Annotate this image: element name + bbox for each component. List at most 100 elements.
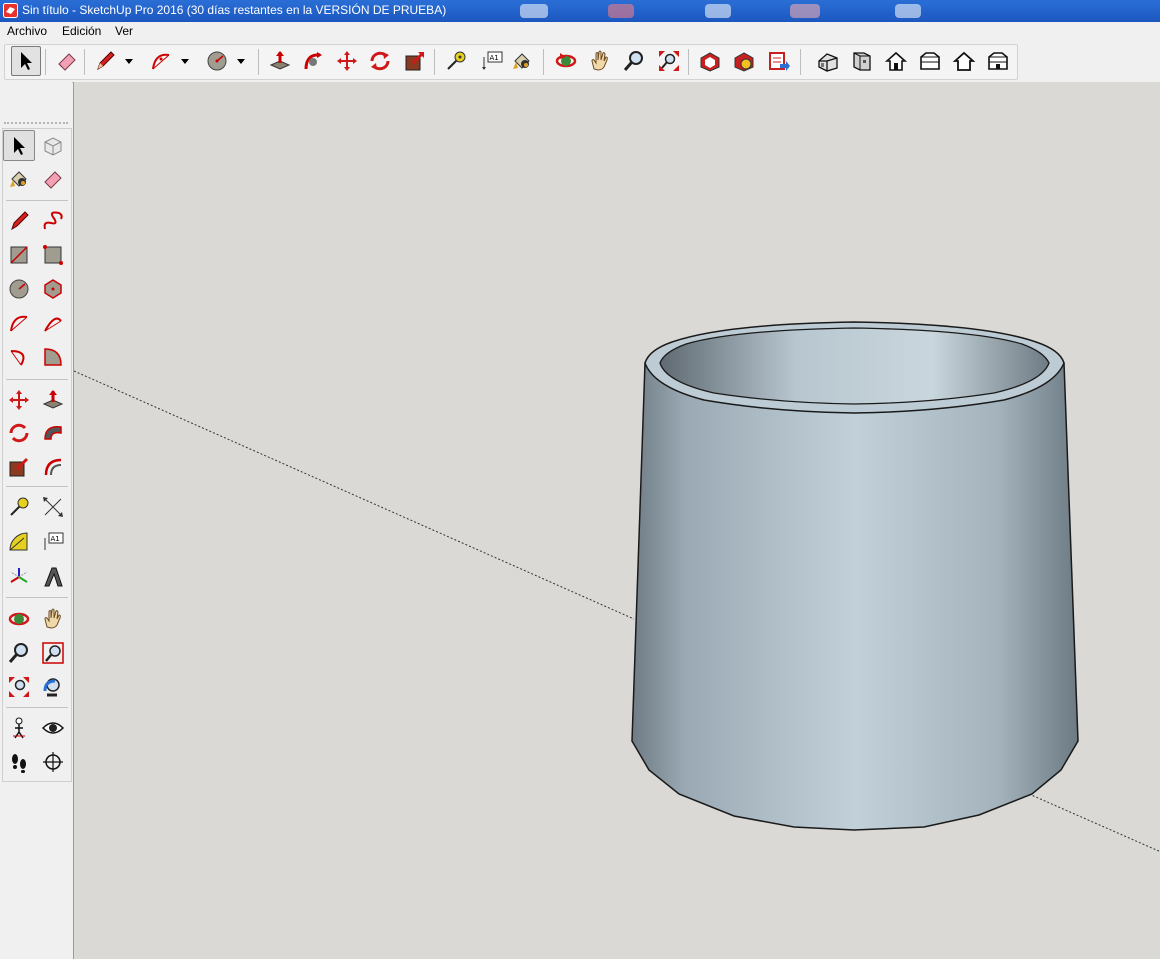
circle-tool[interactable] [202,46,232,76]
eraser-icon [58,53,76,71]
left-rectangle-tool[interactable] [3,239,35,270]
pencil-dropdown-arrow-icon[interactable] [124,46,134,76]
right-view-button[interactable] [915,46,945,76]
eraser-tool[interactable] [52,46,82,76]
protractor-icon [9,531,28,550]
menu-bar: Archivo Edición Ver [0,22,1160,41]
left-circle-tool[interactable] [3,273,35,304]
pie-icon [44,347,62,366]
left-zoom-window-tool[interactable] [37,637,69,668]
left-tape-measure-tool[interactable] [3,491,35,522]
tape-measure-tool[interactable] [441,46,471,76]
pan-tool[interactable] [585,46,615,76]
left-push-pull-tool[interactable] [37,384,69,415]
left-walk-tool[interactable] [3,746,35,777]
push-pull-tool[interactable] [265,46,295,76]
left-arc-tool[interactable] [3,307,35,338]
menu-edicion[interactable]: Edición [62,24,101,38]
rotate-tool[interactable] [365,46,395,76]
left-make-component-tool[interactable] [37,130,69,161]
modeling-viewport[interactable] [73,82,1160,959]
left-polygon-tool[interactable] [37,273,69,304]
zoom-window-icon [42,641,64,664]
left-protractor-tool[interactable] [3,526,35,557]
front-view-button[interactable] [847,46,877,76]
left-paint-bucket-tool[interactable] [3,163,35,194]
3d-warehouse-tool[interactable] [695,46,725,76]
left-position-camera-tool[interactable] [3,712,35,743]
toolbar-grip[interactable] [4,122,68,124]
title-bar-decoration [895,4,921,18]
left-eraser-tool[interactable] [37,163,69,194]
send-to-layout-icon [769,52,790,71]
left-pan-tool[interactable] [37,603,69,634]
select-tool[interactable] [11,46,41,76]
left-look-around-tool[interactable] [37,712,69,743]
title-bar-decoration [790,4,820,18]
previous-view-icon [43,677,60,696]
left-3d-text-tool[interactable] [37,561,69,592]
left-3pt-arc-tool[interactable] [3,341,35,372]
left-offset-tool[interactable] [37,451,69,482]
section-plane-icon [43,751,63,772]
cone-body[interactable] [631,362,1079,831]
move-tool[interactable] [332,46,362,76]
pencil-tool[interactable] [90,46,120,76]
menu-archivo[interactable]: Archivo [7,24,47,38]
left-zoom-extents-tool[interactable] [3,671,35,702]
zoom-extents-tool[interactable] [654,46,684,76]
arc-tool[interactable] [146,46,176,76]
zoom-extents-icon [9,676,29,697]
two-point-arc-icon [44,317,62,331]
toolbar-separator [6,597,68,598]
left-section-plane-tool[interactable] [37,746,69,777]
paint-bucket-tool[interactable] [507,46,537,76]
follow-me-tool[interactable] [298,46,328,76]
top-toolbar: A1 [0,41,1160,83]
toolbar-separator [45,49,46,75]
left-previous-view-tool[interactable] [37,671,69,702]
3d-text-icon [44,567,63,586]
left-orbit-tool[interactable] [3,603,35,634]
offset-icon [44,458,62,475]
circle-dropdown-arrow-icon[interactable] [236,46,246,76]
left-2pt-arc-tool[interactable] [37,307,69,338]
left-axes-tool[interactable] [3,561,35,592]
arc-dropdown-arrow-icon[interactable] [180,46,190,76]
toolbar-separator [434,49,435,75]
orbit-tool[interactable] [551,46,581,76]
paint-bucket-icon [513,53,530,69]
axis-line-green-dotted [1028,793,1160,853]
move-arrows-icon [9,389,29,410]
toolbar-separator [6,200,68,201]
top-view-button[interactable] [881,46,911,76]
toolbar-separator [543,49,544,75]
zoom-tool[interactable] [619,46,649,76]
left-freehand-tool[interactable] [37,205,69,236]
left-scale-tool[interactable] [3,451,35,482]
iso-house-icon [818,53,838,72]
left-text-tool[interactable]: A1 [37,526,69,557]
left-rotated-rectangle-tool[interactable] [37,239,69,270]
tape-measure-icon [10,497,29,516]
axes-icon [10,567,28,583]
home-view-button[interactable] [949,46,979,76]
rotate-icon [9,423,29,442]
left-pencil-tool[interactable] [3,205,35,236]
left-rotate-tool[interactable] [3,417,35,448]
left-dimension-tool[interactable] [37,491,69,522]
scale-tool[interactable] [400,46,430,76]
text-tool[interactable]: A1 [477,46,507,76]
sketchup-app-icon[interactable] [3,3,18,18]
menu-ver[interactable]: Ver [115,24,133,38]
left-pie-tool[interactable] [37,341,69,372]
iso-view-button[interactable] [813,46,843,76]
back-view-button[interactable] [983,46,1013,76]
dimension-icon [43,496,63,517]
left-select-tool[interactable] [3,130,35,161]
left-move-tool[interactable] [3,384,35,415]
left-follow-me-tool[interactable] [37,417,69,448]
layout-send-tool[interactable] [764,46,794,76]
left-zoom-tool[interactable] [3,637,35,668]
extension-warehouse-tool[interactable] [729,46,759,76]
